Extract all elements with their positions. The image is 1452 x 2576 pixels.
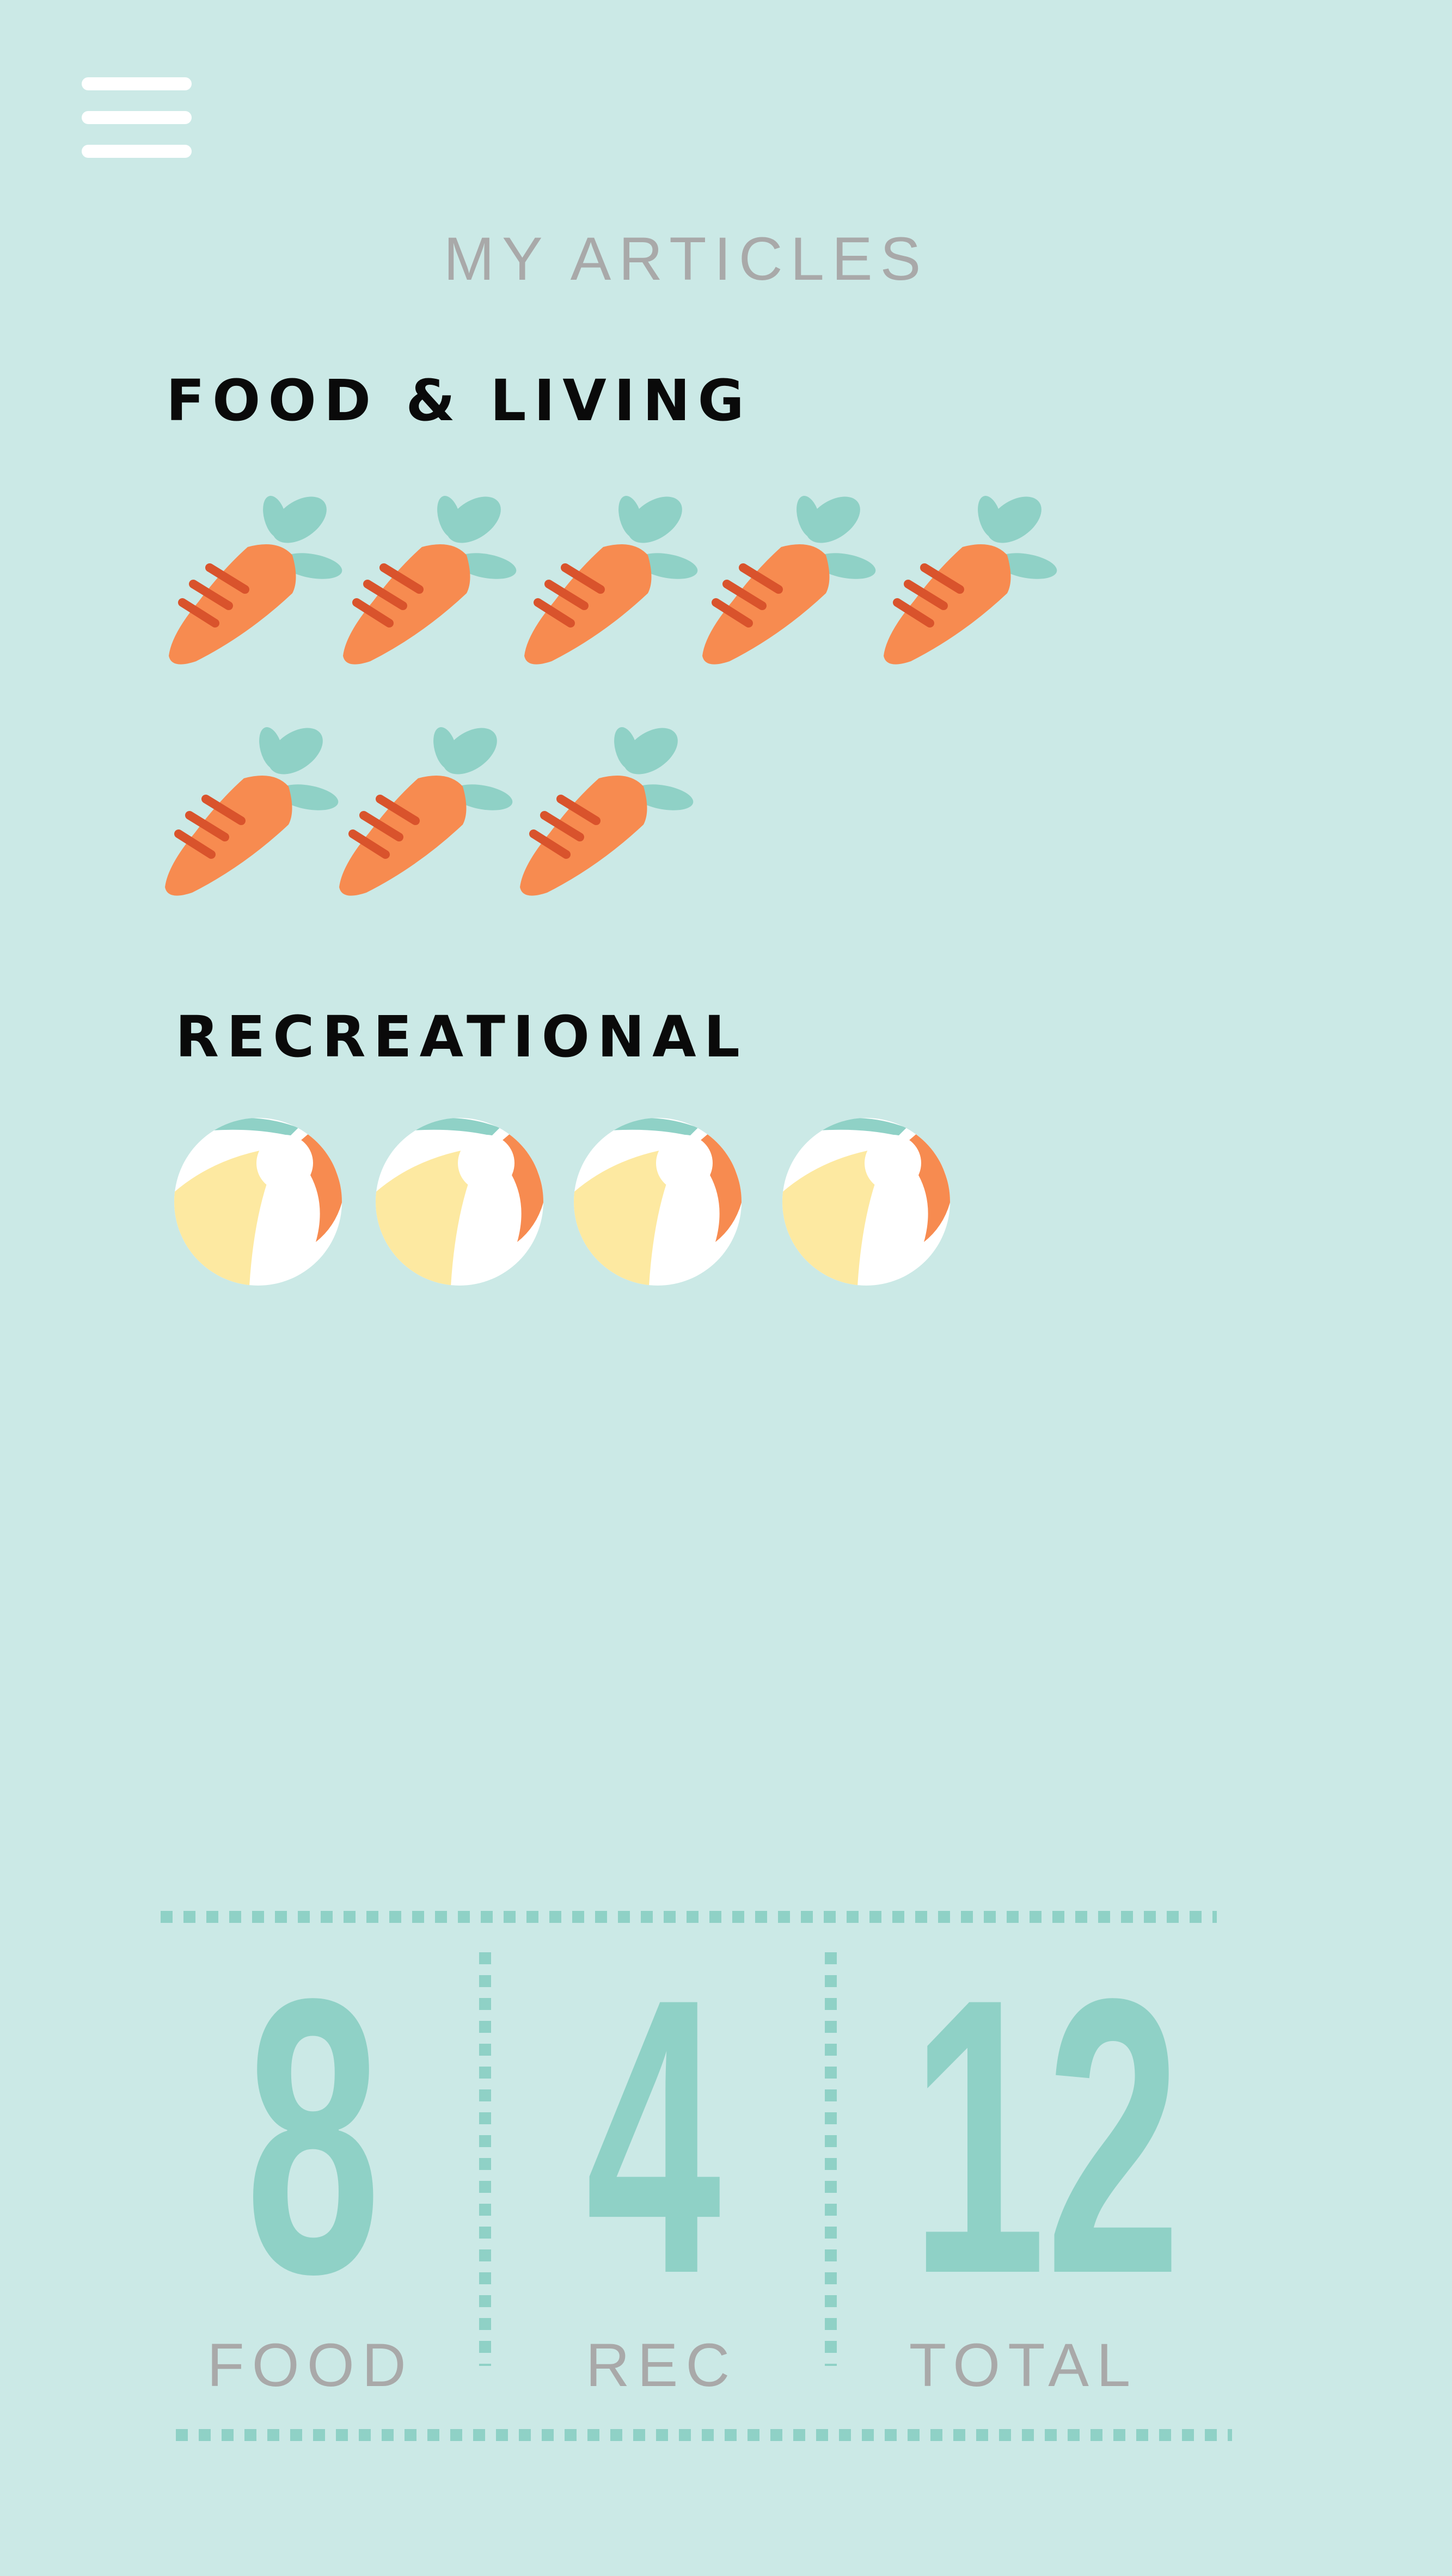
rec-count: 4 (585, 1917, 721, 2355)
stats-bottom-divider (176, 2429, 1232, 2441)
carrot-icon[interactable] (522, 493, 707, 672)
beach-ball-icon[interactable] (781, 1117, 951, 1287)
carrot-icon[interactable] (517, 724, 702, 903)
food-count: 8 (245, 1917, 381, 2355)
carrot-icon[interactable] (340, 493, 525, 672)
carrot-icon[interactable] (700, 493, 885, 672)
carrot-icon[interactable] (162, 724, 347, 903)
total-label: TOTAL (909, 2331, 1138, 2399)
stats-divider-left (479, 1952, 491, 2366)
menu-button[interactable] (82, 77, 192, 158)
beach-ball-icon[interactable] (573, 1117, 743, 1287)
beach-ball-icon[interactable] (173, 1117, 343, 1287)
food-label: FOOD (207, 2331, 414, 2399)
carrot-icon[interactable] (881, 493, 1066, 672)
total-count: 12 (910, 1917, 1181, 2355)
page-title: MY ARTICLES (443, 225, 929, 293)
rec-label: REC (585, 2331, 738, 2399)
carrot-icon[interactable] (336, 724, 522, 903)
section-title-food-living: FOOD & LIVING (166, 367, 752, 434)
stats-divider-right (825, 1952, 837, 2366)
section-title-recreational: RECREATIONAL (175, 1004, 748, 1070)
beach-ball-icon[interactable] (375, 1117, 544, 1287)
carrot-icon[interactable] (166, 493, 351, 672)
